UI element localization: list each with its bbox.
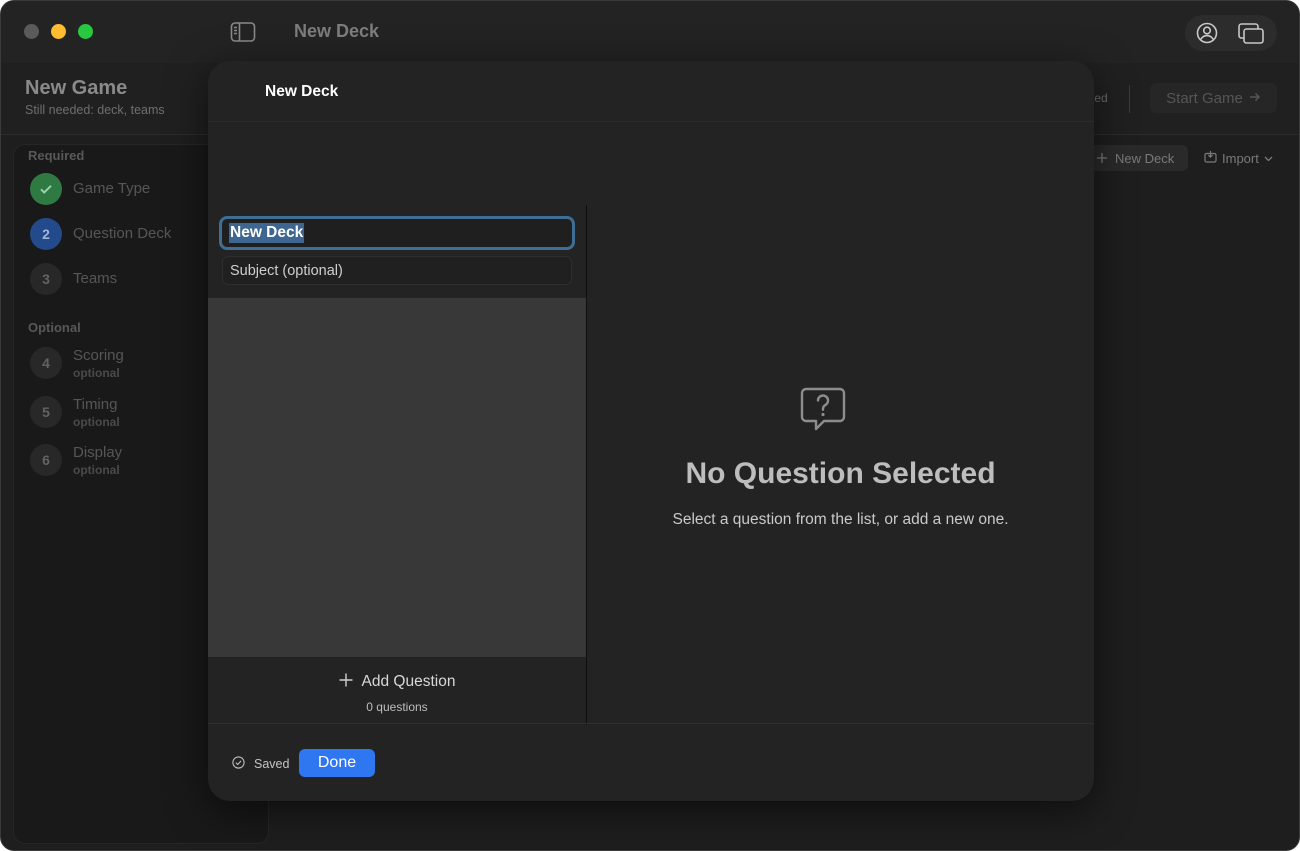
deck-name-field[interactable]: New Deck bbox=[219, 216, 575, 250]
checkmark-icon bbox=[30, 173, 62, 205]
empty-state-subtitle: Select a question from the list, or add … bbox=[672, 511, 1009, 528]
add-question-label: Add Question bbox=[361, 673, 456, 690]
windows-icon[interactable] bbox=[1237, 21, 1265, 45]
step-label: Question Deck bbox=[73, 225, 172, 242]
sheet-title: New Deck bbox=[265, 83, 339, 100]
divider bbox=[208, 723, 1094, 724]
toolbar-right-group bbox=[1185, 15, 1277, 51]
plus-icon bbox=[339, 673, 353, 692]
question-count: 0 questions bbox=[366, 700, 428, 714]
minimize-window-button[interactable] bbox=[51, 24, 66, 39]
step-number: 4 bbox=[30, 347, 62, 379]
question-detail-empty-state: No Question Selected Select a question f… bbox=[587, 205, 1094, 725]
sidebar-toggle-icon[interactable] bbox=[230, 21, 256, 43]
start-game-button[interactable]: Start Game bbox=[1150, 83, 1277, 113]
step-label: Display bbox=[73, 444, 123, 461]
new-deck-label: New Deck bbox=[1115, 150, 1175, 166]
plus-icon bbox=[1097, 151, 1107, 166]
question-bubble-icon bbox=[798, 385, 848, 435]
deck-editor-left-pane: New Deck Subject (optional) Add Question… bbox=[208, 205, 586, 725]
import-button[interactable]: Import bbox=[1204, 145, 1284, 171]
step-sublabel: optional bbox=[73, 463, 120, 477]
new-deck-button[interactable]: New Deck bbox=[1089, 145, 1188, 171]
step-label: Teams bbox=[73, 270, 118, 287]
step-label: Game Type bbox=[73, 180, 151, 197]
divider bbox=[1129, 85, 1130, 113]
empty-state-title: No Question Selected bbox=[685, 457, 996, 490]
account-icon[interactable] bbox=[1195, 21, 1219, 45]
required-section-label: Required bbox=[28, 148, 85, 163]
step-sublabel: optional bbox=[73, 415, 120, 429]
game-subtitle: Still needed: deck, teams bbox=[25, 103, 165, 117]
app-window: New Deck New Game Still needed: deck, te… bbox=[0, 0, 1300, 851]
import-label: Import bbox=[1222, 150, 1259, 166]
window-title: New Deck bbox=[294, 21, 380, 41]
saved-status: Saved bbox=[232, 756, 289, 772]
step-number: 2 bbox=[30, 218, 62, 250]
divider bbox=[208, 121, 1094, 122]
checkmark-circle-icon bbox=[232, 756, 245, 772]
deck-name-value: New Deck bbox=[229, 223, 305, 243]
subject-placeholder: Subject (optional) bbox=[230, 262, 343, 279]
close-window-button[interactable] bbox=[24, 24, 39, 39]
step-number: 3 bbox=[30, 263, 62, 295]
step-number: 5 bbox=[30, 396, 62, 428]
arrow-right-icon bbox=[1249, 90, 1261, 107]
step-label: Timing bbox=[73, 396, 118, 413]
import-icon bbox=[1204, 150, 1217, 166]
start-game-label: Start Game bbox=[1166, 89, 1243, 107]
optional-section-label: Optional bbox=[28, 320, 81, 335]
subject-field[interactable]: Subject (optional) bbox=[222, 256, 572, 285]
zoom-window-button[interactable] bbox=[78, 24, 93, 39]
saved-label: Saved bbox=[254, 757, 290, 771]
step-label: Scoring bbox=[73, 347, 124, 364]
step-number: 6 bbox=[30, 444, 62, 476]
chevron-down-icon bbox=[1264, 151, 1273, 166]
game-title: New Game bbox=[25, 77, 128, 99]
add-question-button[interactable]: Add Question bbox=[208, 667, 586, 697]
new-deck-sheet: New Deck New Deck Subject (optional) Add… bbox=[208, 61, 1094, 801]
title-bar: New Deck bbox=[1, 1, 1299, 63]
done-button[interactable]: Done bbox=[299, 749, 375, 777]
question-list[interactable] bbox=[208, 298, 586, 657]
step-sublabel: optional bbox=[73, 366, 120, 380]
